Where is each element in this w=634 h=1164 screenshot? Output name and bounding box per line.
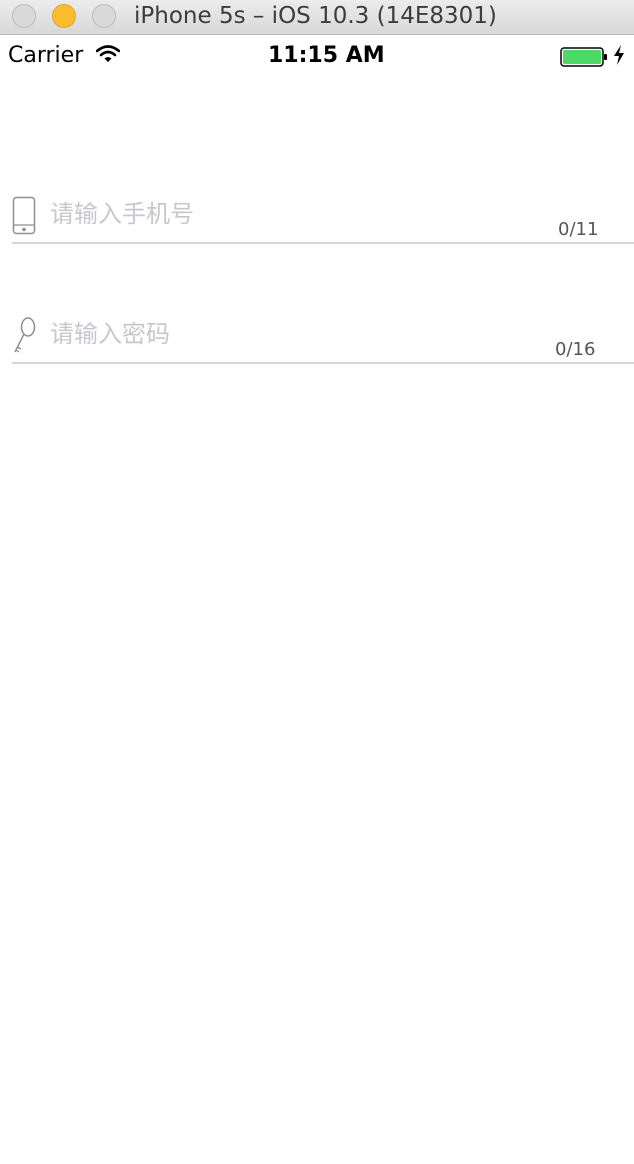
key-icon — [14, 317, 36, 353]
status-time: 11:15 AM — [268, 43, 385, 68]
close-window-button[interactable] — [12, 4, 36, 28]
phone-icon — [12, 196, 36, 235]
status-bar: Carrier 11:15 AM — [0, 36, 634, 76]
password-input[interactable]: 请输入密码 — [50, 318, 170, 350]
charging-bolt-icon — [614, 45, 624, 65]
phone-char-counter: 0/11 — [558, 219, 599, 240]
minimize-window-button[interactable] — [52, 4, 76, 28]
phone-field[interactable]: 请输入手机号 0/11 — [12, 178, 634, 244]
wifi-icon — [96, 45, 120, 62]
window-title: iPhone 5s – iOS 10.3 (14E8301) — [134, 3, 497, 29]
password-field[interactable]: 请输入密码 0/16 — [12, 298, 634, 364]
title-bar: iPhone 5s – iOS 10.3 (14E8301) — [0, 0, 634, 35]
carrier-label: Carrier — [8, 43, 84, 68]
phone-field-underline — [12, 242, 634, 244]
battery-icon — [560, 47, 607, 67]
password-field-underline — [12, 362, 634, 364]
phone-input[interactable]: 请输入手机号 — [50, 198, 194, 230]
password-char-counter: 0/16 — [555, 339, 596, 360]
simulator-window: iPhone 5s – iOS 10.3 (14E8301) Carrier 1… — [0, 0, 634, 1164]
zoom-window-button[interactable] — [92, 4, 116, 28]
